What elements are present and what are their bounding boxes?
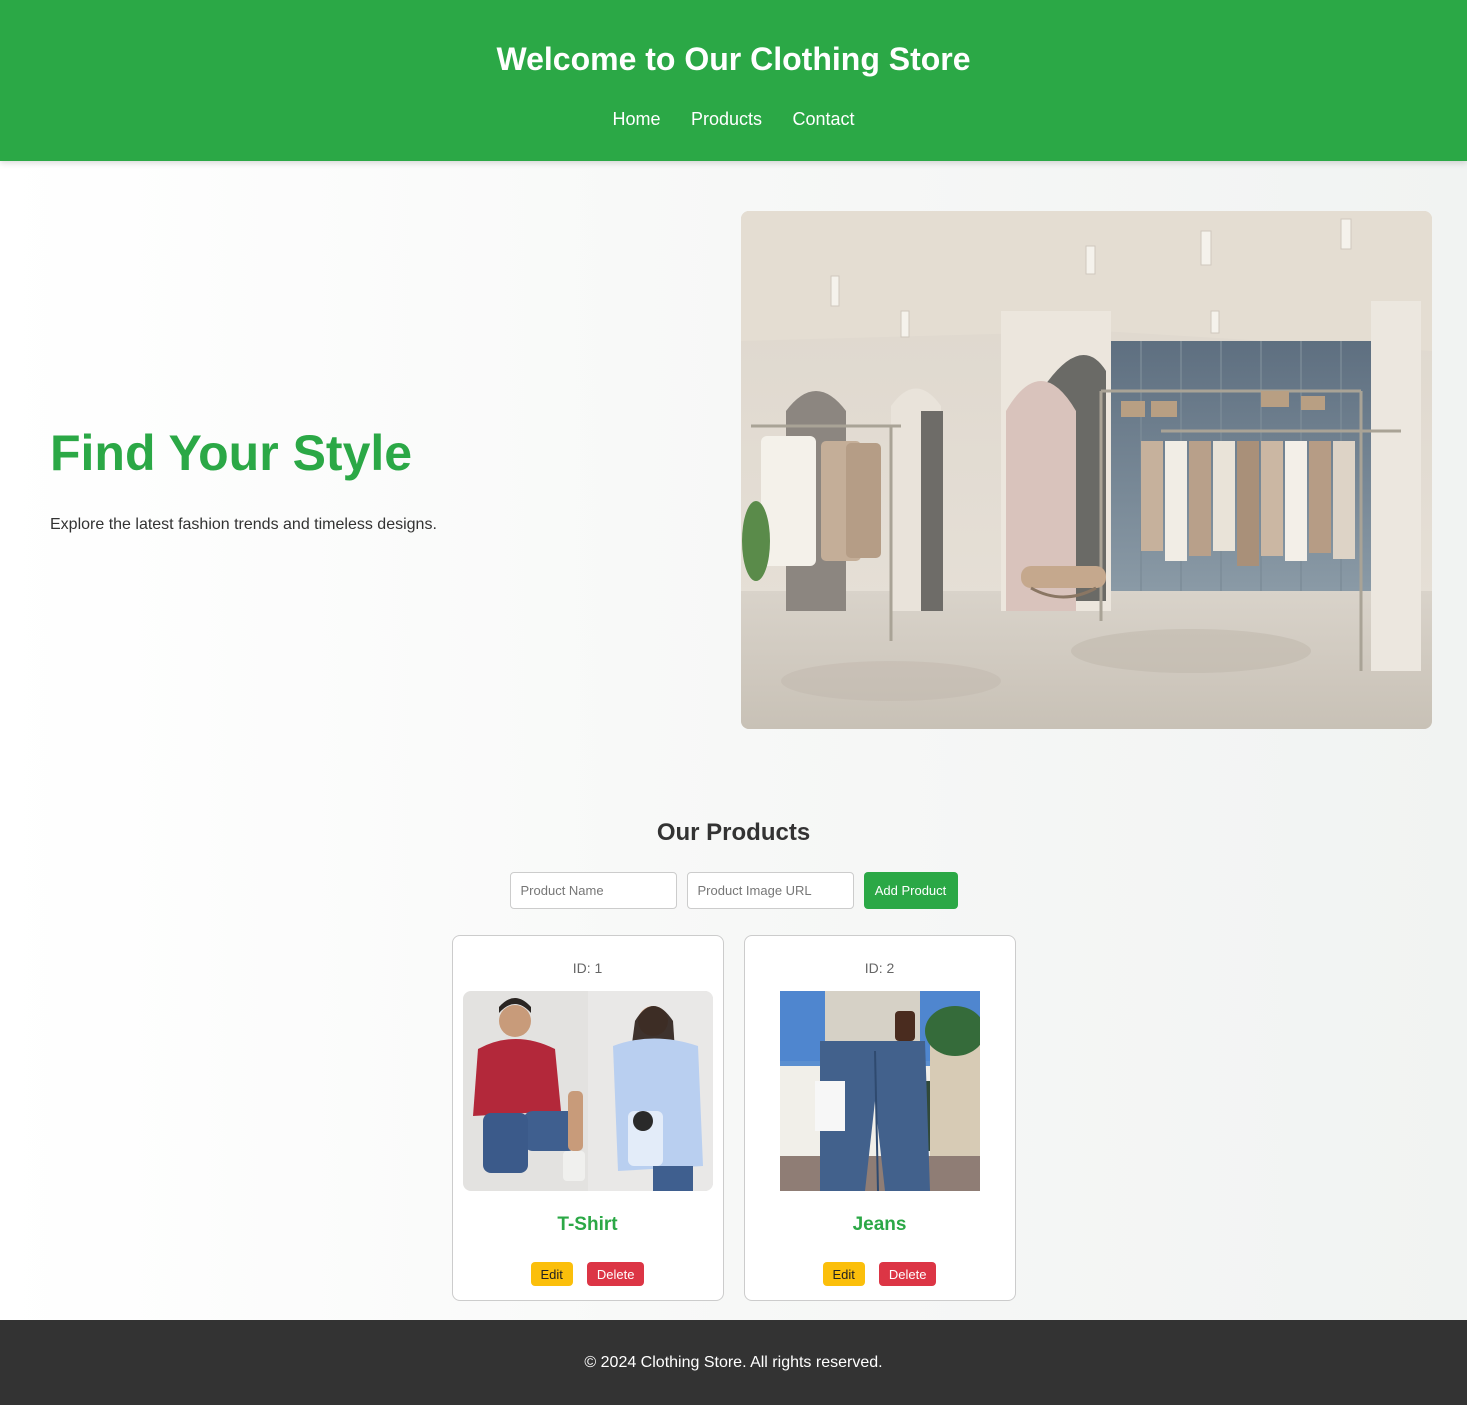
- site-header: Welcome to Our Clothing Store Home Produ…: [0, 0, 1467, 161]
- edit-button[interactable]: Edit: [822, 1262, 865, 1286]
- add-product-form: Add Product: [0, 872, 1467, 909]
- nav-contact-link[interactable]: Contact: [792, 108, 854, 130]
- products-section: Our Products Add Product ID: 1: [0, 818, 1467, 1301]
- product-card: ID: 2 Jeans Edit Delete: [743, 935, 1016, 1301]
- product-id: ID: 2: [864, 960, 895, 976]
- product-list: ID: 1 T-Shirt Edit Delete ID: 2 Jeans Ed…: [0, 935, 1467, 1301]
- product-name-input[interactable]: [509, 872, 677, 909]
- site-footer: © 2024 Clothing Store. All rights reserv…: [0, 1320, 1467, 1405]
- product-image-tshirt: [462, 991, 713, 1191]
- hero-heading: Find Your Style: [50, 425, 413, 481]
- site-title: Welcome to Our Clothing Store: [496, 41, 971, 77]
- nav-products-link[interactable]: Products: [691, 108, 762, 130]
- hero-text: Find Your Style Explore the latest fashi…: [50, 424, 437, 534]
- add-product-button[interactable]: Add Product: [863, 872, 958, 909]
- product-image-url-input[interactable]: [686, 872, 854, 909]
- product-actions: Edit Delete: [453, 1262, 723, 1286]
- main-nav: Home Products Contact: [0, 108, 1467, 130]
- product-image-jeans: [779, 991, 980, 1191]
- product-name: Jeans: [852, 1214, 907, 1235]
- store-interior-illustration: [741, 211, 1432, 729]
- delete-button[interactable]: Delete: [878, 1262, 937, 1286]
- footer-copyright: © 2024 Clothing Store. All rights reserv…: [584, 1354, 883, 1371]
- product-card: ID: 1 T-Shirt Edit Delete: [451, 935, 724, 1301]
- product-actions: Edit Delete: [745, 1262, 1015, 1286]
- hero-section: Find Your Style Explore the latest fashi…: [0, 161, 1467, 781]
- product-name: T-Shirt: [557, 1214, 618, 1235]
- hero-subtitle: Explore the latest fashion trends and ti…: [50, 516, 437, 533]
- delete-button[interactable]: Delete: [586, 1262, 645, 1286]
- nav-home-link[interactable]: Home: [612, 108, 660, 130]
- edit-button[interactable]: Edit: [530, 1262, 573, 1286]
- jeans-photo: [779, 991, 980, 1191]
- products-heading: Our Products: [656, 819, 811, 846]
- hero-store-image: [741, 211, 1432, 729]
- tshirt-photo: [462, 991, 713, 1191]
- product-id: ID: 1: [572, 960, 603, 976]
